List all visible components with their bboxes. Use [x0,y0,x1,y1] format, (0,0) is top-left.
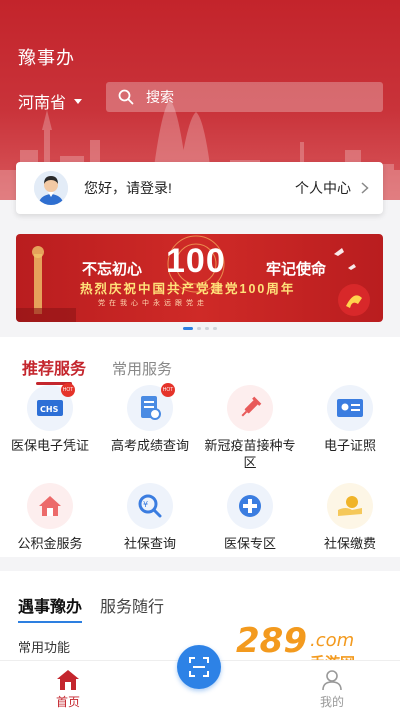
service-medical-zone[interactable]: 医保专区 [200,483,300,575]
service-social-security-query[interactable]: ¥ 社保查询 [100,483,200,575]
id-card-icon [327,385,373,431]
scan-button[interactable] [177,645,221,689]
nav-home-label: 首页 [55,695,80,709]
nav-mine[interactable]: 我的 [312,669,352,710]
chevron-right-icon [361,182,369,194]
service-label: 公积金服务 [17,536,83,551]
promo-banner[interactable]: 不忘初心 100 牢记使命 热烈庆祝中国共产党建党100周年 党在我心中永远跟党… [16,234,383,322]
tab-common-services[interactable]: 常用服务 [112,358,172,385]
service-housing-fund[interactable]: 公积金服务 [0,483,100,575]
pagination-dot[interactable] [205,327,209,330]
avatar [34,171,68,205]
tab-recommended-services[interactable]: 推荐服务 [22,355,86,385]
service-label: 高考成绩查询 [110,438,189,453]
scan-icon [189,657,209,677]
nav-mine-label: 我的 [319,695,344,709]
service-label: 新冠疫苗接种专区 [204,438,296,470]
personal-center-label: 个人中心 [295,180,351,196]
service-exam-score[interactable]: HOT 高考成绩查询 [100,383,200,477]
lower-tabs: 遇事豫办 服务随行 [18,593,164,623]
login-card[interactable]: 您好，请登录! 个人中心 [16,162,383,214]
search-placeholder: 搜索 [146,89,174,105]
banner-motto: 党在我心中永远跟党走 [98,300,208,307]
service-medical-insurance-card[interactable]: CHS HOT 医保电子凭证 [0,383,100,477]
province-selector[interactable]: 河南省 [18,89,83,113]
service-label: 医保电子凭证 [10,438,89,453]
service-label: 社保缴费 [323,536,376,551]
social-security-search-icon: ¥ [127,483,173,529]
search-icon [118,89,134,105]
svg-text:CHS: CHS [40,405,59,414]
services-tabs: 推荐服务 常用服务 [22,355,172,385]
banner-slogan-right: 牢记使命 [266,261,327,278]
hot-badge: HOT [161,383,175,397]
medical-cross-icon [227,483,273,529]
app-title: 豫事办 [18,48,75,68]
hot-badge: HOT [61,383,75,397]
common-functions-title: 常用功能 [18,640,71,655]
user-icon [322,670,342,691]
payment-icon [327,483,373,529]
bottom-navigation: 首页 我的 [0,645,400,711]
pagination-dot[interactable] [197,327,201,330]
service-label: 医保专区 [223,536,276,551]
svg-text:¥: ¥ [143,500,148,509]
caret-down-icon [74,98,83,104]
housing-fund-icon [27,483,73,529]
banner-subtitle: 热烈庆祝中国共产党建党100周年 [80,282,296,296]
medical-insurance-card-icon: CHS HOT [27,383,75,431]
exam-score-icon: HOT [127,383,175,431]
home-icon [57,670,79,690]
user-avatar-icon [34,171,68,205]
search-bar[interactable]: 搜索 [106,82,383,112]
svg-text:.com: .com [310,630,354,651]
province-label: 河南省 [18,95,67,112]
tab-service-companion[interactable]: 服务随行 [100,593,164,623]
pagination-dot-active[interactable] [183,327,193,330]
pagination-dot[interactable] [213,327,217,330]
services-grid: CHS HOT 医保电子凭证 HOT 高考成绩查询 新冠疫苗接种专区 电子证照 [0,383,400,575]
nav-home[interactable]: 首页 [48,669,88,710]
service-social-security-payment[interactable]: 社保缴费 [300,483,400,575]
service-e-license[interactable]: 电子证照 [300,385,400,477]
service-label: 电子证照 [323,438,376,453]
banner-pagination [0,327,400,330]
svg-text:289: 289 [236,621,307,661]
personal-center-link[interactable]: 个人中心 [295,178,369,198]
service-vaccine-zone[interactable]: 新冠疫苗接种专区 [200,385,300,477]
banner-slogan-left: 不忘初心 [82,261,143,278]
service-label: 社保查询 [123,536,176,551]
tab-yushi-yuban[interactable]: 遇事豫办 [18,593,83,623]
services-section: 推荐服务 常用服务 CHS HOT 医保电子凭证 HOT 高考成绩查询 新冠疫苗… [0,337,400,557]
banner-number: 100 [166,242,226,280]
login-greeting[interactable]: 您好，请登录! [84,178,172,198]
vaccine-icon [227,385,273,431]
